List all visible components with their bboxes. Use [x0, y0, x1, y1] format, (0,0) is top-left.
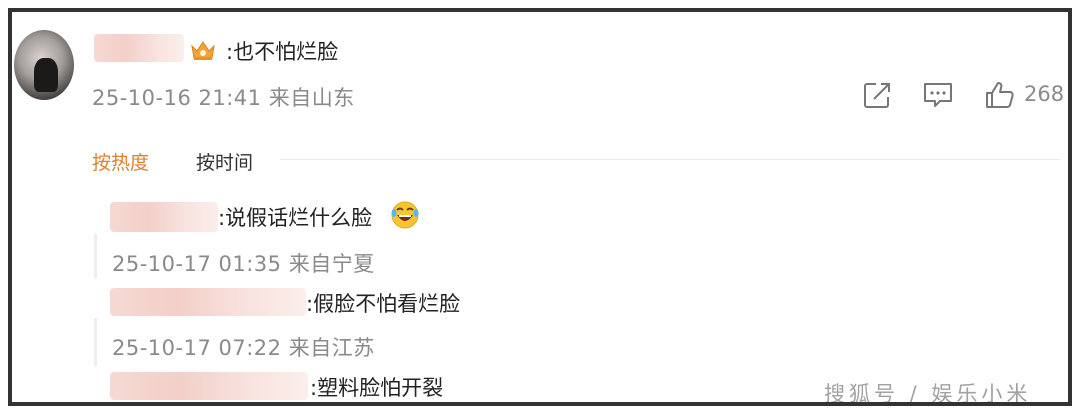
tab-sort-by-time[interactable]: 按时间	[196, 148, 253, 175]
reply-location: 来自宁夏	[288, 252, 375, 276]
blurred-username[interactable]	[110, 202, 218, 232]
comment-location: 来自山东	[268, 86, 355, 110]
like-count: 268	[1024, 82, 1065, 106]
crown-vip-icon	[191, 41, 215, 60]
blurred-username[interactable]	[110, 372, 308, 400]
watermark: 搜狐号 / 娱乐小米	[824, 382, 1032, 406]
grinning-tears-emoji	[391, 201, 419, 229]
reply-indent-bar	[94, 234, 97, 278]
avatar[interactable]	[14, 30, 74, 100]
reply-text: :假脸不怕看烂脸	[306, 292, 461, 316]
reply-indent-bar	[94, 402, 97, 406]
reply-text: :说假话烂什么脸	[218, 206, 373, 230]
comment-icon[interactable]	[922, 80, 954, 110]
share-icon[interactable]	[862, 80, 894, 110]
reply-location: 来自江苏	[288, 336, 375, 360]
blurred-username[interactable]	[110, 288, 306, 316]
comment-text: :也不怕烂脸	[226, 40, 339, 64]
reply-timestamp: 25-10-17 07:22	[112, 336, 282, 360]
reply-text: :塑料脸怕开裂	[310, 376, 444, 400]
reply-meta: 25-10-17 01:35 来自宁夏	[112, 248, 375, 278]
reply-meta: 25-10-17 07:22 来自江苏	[112, 332, 375, 362]
reply-indent-bar	[94, 318, 97, 366]
thumbs-up-icon[interactable]	[984, 80, 1016, 110]
comment-timestamp: 25-10-16 21:41	[92, 86, 262, 110]
comment-panel: :也不怕烂脸 25-10-16 21:41 来自山东 268 按热度 按时间 :…	[8, 8, 1072, 406]
tab-sort-by-hot[interactable]: 按热度	[92, 148, 149, 175]
blurred-username[interactable]	[94, 34, 184, 62]
reply-timestamp: 25-10-17 01:35	[112, 252, 282, 276]
comment-meta: 25-10-16 21:41 来自山东	[92, 82, 355, 112]
divider	[280, 159, 1060, 160]
